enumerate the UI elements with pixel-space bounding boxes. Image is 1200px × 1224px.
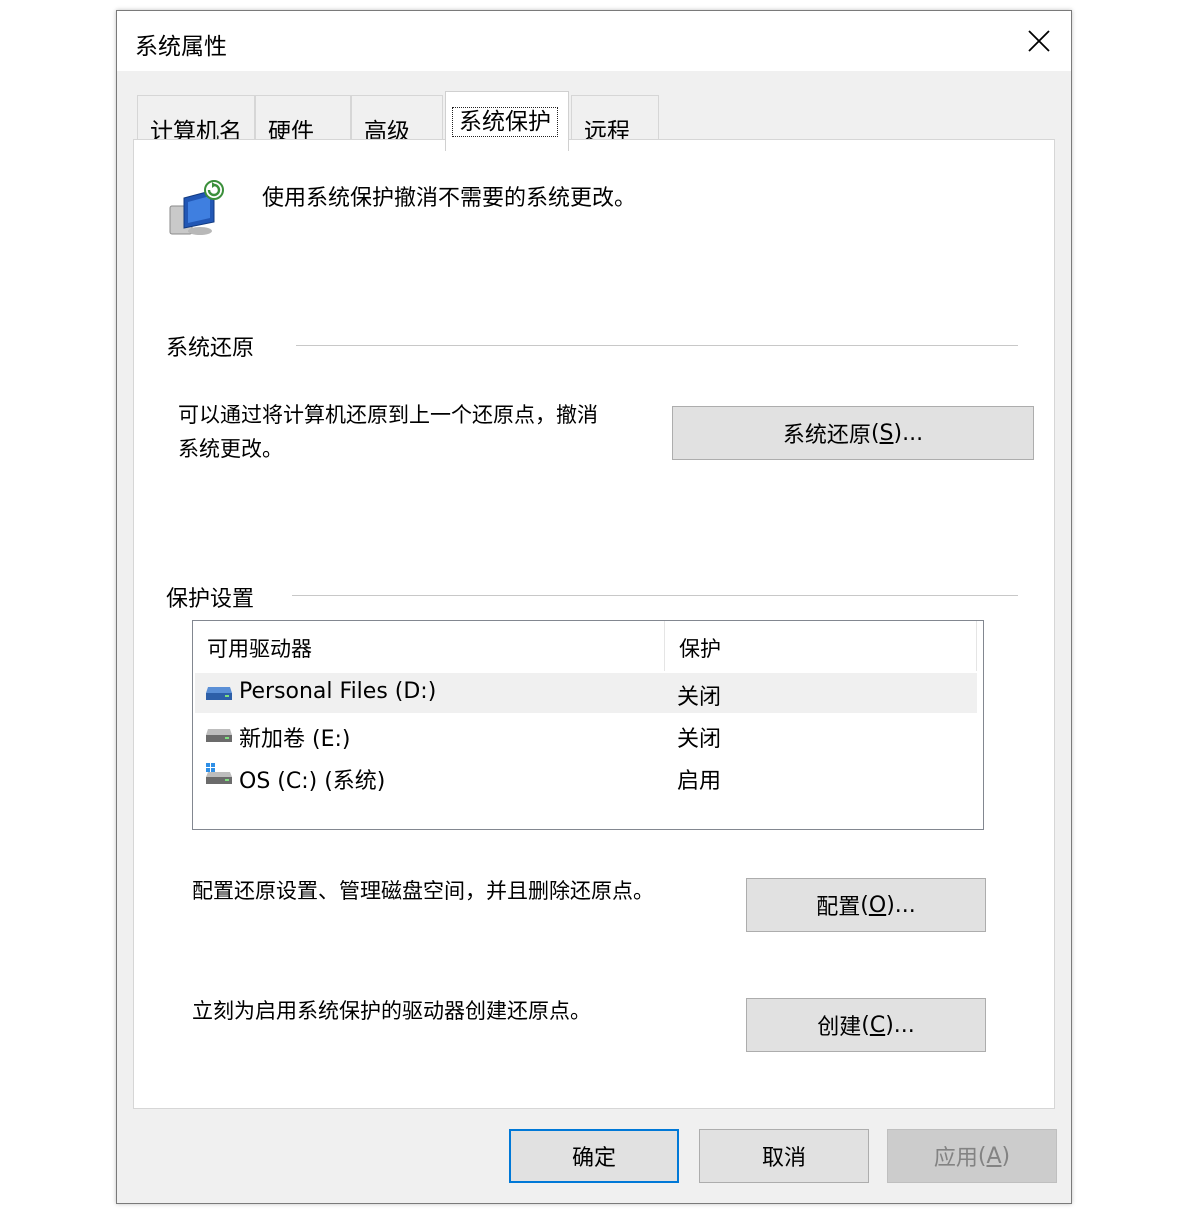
button-mnemonic: A [986,1143,1002,1169]
drive-protection-status: 关闭 [677,727,722,752]
drive-name: OS (C:) (系统) [239,769,386,794]
drive-name: Personal Files (D:) [239,679,437,704]
drives-list[interactable]: 可用驱动器 保护 Personal Files (D:) 关闭 新加卷 (E:)… [192,620,984,830]
system-properties-window: 系统属性 计算机名 硬件 高级 系统保护 远程 使用系统保护撤消不需要的系统更改… [116,10,1072,1204]
tab-label: 系统保护 [452,107,558,137]
drive-icon [206,729,232,742]
button-label: 配置 [816,895,861,920]
button-label: 应用 [933,1146,978,1171]
group-divider [292,595,1018,596]
button-mnemonic-open: ( [977,1143,987,1169]
system-restore-group-title: 系统还原 [166,336,255,361]
button-label: 取消 [761,1146,806,1171]
description-line: 可以通过将计算机还原到上一个还原点，撤消 [178,403,598,427]
button-suffix: )... [885,1012,915,1038]
create-description: 立刻为启用系统保护的驱动器创建还原点。 [192,999,591,1023]
button-suffix: ) [1001,1143,1011,1169]
button-label: 确定 [571,1146,616,1171]
drive-protection-status: 启用 [677,769,722,794]
window-title: 系统属性 [135,34,227,60]
button-mnemonic-open: ( [861,1012,870,1038]
title-bar[interactable]: 系统属性 [117,11,1071,71]
column-header-protection[interactable]: 保护 [665,621,977,671]
button-suffix: )... [893,420,924,446]
system-restore-button[interactable]: 系统还原(S)... [672,406,1034,460]
system-drive-icon [206,763,232,784]
drive-row-d[interactable]: Personal Files (D:) 关闭 [195,673,977,713]
intro-text: 使用系统保护撤消不需要的系统更改。 [262,186,637,211]
list-header: 可用驱动器 保护 [193,621,983,671]
close-button[interactable] [1015,17,1063,65]
button-mnemonic: C [869,1012,886,1038]
drive-name: 新加卷 (E:) [239,727,351,752]
button-mnemonic-open: ( [870,420,880,446]
system-restore-description: 可以通过将计算机还原到上一个还原点，撤消 系统更改。 [178,398,598,466]
protection-settings-group-title: 保护设置 [166,587,255,612]
button-mnemonic-open: ( [860,892,869,918]
column-header-available-drives[interactable]: 可用驱动器 [193,621,665,671]
cancel-button[interactable]: 取消 [699,1129,869,1183]
system-protection-icon [169,180,224,235]
drive-row-c[interactable]: OS (C:) (系统) 启用 [195,757,977,797]
system-protection-panel: 使用系统保护撤消不需要的系统更改。 系统还原 可以通过将计算机还原到上一个还原点… [133,139,1055,1109]
group-divider [296,345,1018,346]
apply-button: 应用(A) [887,1129,1057,1183]
drive-row-e[interactable]: 新加卷 (E:) 关闭 [195,715,977,755]
button-suffix: )... [886,892,916,918]
drive-icon [206,687,232,700]
configure-description: 配置还原设置、管理磁盘空间，并且删除还原点。 [192,879,654,903]
button-label: 创建 [817,1015,862,1040]
ok-button[interactable]: 确定 [509,1129,679,1183]
close-icon [1028,30,1050,52]
tab-system-protection[interactable]: 系统保护 [445,91,569,151]
button-label: 系统还原 [782,423,871,448]
configure-button[interactable]: 配置(O)... [746,878,986,932]
drive-protection-status: 关闭 [677,685,722,710]
button-mnemonic: O [868,892,887,918]
button-mnemonic: S [879,420,894,446]
create-button[interactable]: 创建(C)... [746,998,986,1052]
description-line: 系统更改。 [178,437,283,461]
